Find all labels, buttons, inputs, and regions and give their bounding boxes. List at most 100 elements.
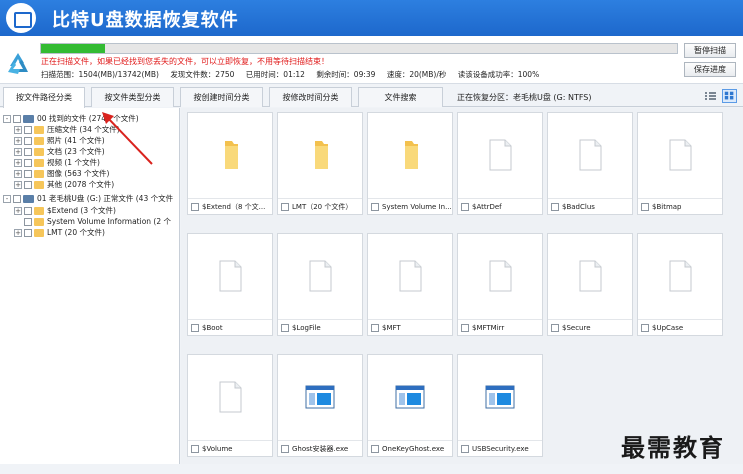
file-checkbox[interactable]	[461, 203, 469, 211]
file-card[interactable]: $Bitmap	[637, 112, 723, 215]
tree-checkbox[interactable]	[24, 159, 32, 167]
drive-icon	[23, 195, 34, 203]
expand-toggle-icon[interactable]: +	[14, 229, 22, 237]
file-card[interactable]: $Volume	[187, 354, 273, 457]
tree-checkbox[interactable]	[13, 115, 21, 123]
tree-node[interactable]: + 文档 (23 个文件)	[14, 146, 105, 157]
file-icon	[368, 234, 452, 318]
tree-node[interactable]: + 其他 (2078 个文件)	[14, 179, 114, 190]
file-checkbox[interactable]	[371, 203, 379, 211]
files-found: 发现文件数：2750	[170, 70, 235, 79]
file-name: $MFT	[382, 324, 401, 332]
tree-checkbox[interactable]	[13, 195, 21, 203]
file-card[interactable]: $AttrDef	[457, 112, 543, 215]
file-checkbox[interactable]	[191, 203, 199, 211]
tree-node[interactable]: + $Extend (3 个文件)	[14, 205, 116, 216]
file-card[interactable]: OneKeyGhost.exe	[367, 354, 453, 457]
tree-checkbox[interactable]	[24, 181, 32, 189]
file-checkbox[interactable]	[281, 445, 289, 453]
grid-view-icon[interactable]	[722, 89, 737, 103]
file-checkbox[interactable]	[461, 445, 469, 453]
tab-by-type[interactable]: 按文件类型分类	[91, 87, 174, 107]
tree-node[interactable]: + 视频 (1 个文件)	[14, 157, 100, 168]
tree-node-label: LMT (20 个文件)	[47, 228, 105, 237]
file-checkbox[interactable]	[371, 445, 379, 453]
tree-checkbox[interactable]	[24, 229, 32, 237]
file-card[interactable]: $Boot	[187, 233, 273, 336]
file-icon	[638, 234, 722, 318]
remaining-time: 剩余时间：09:39	[316, 70, 376, 79]
tree-checkbox[interactable]	[24, 148, 32, 156]
file-checkbox[interactable]	[551, 324, 559, 332]
tree-checkbox[interactable]	[24, 126, 32, 134]
file-checkbox[interactable]	[191, 324, 199, 332]
expand-toggle-icon[interactable]: -	[3, 115, 11, 123]
tree-node[interactable]: System Volume Information (2 个	[14, 216, 171, 227]
folder-icon	[278, 113, 362, 197]
file-card[interactable]: System Volume In...	[367, 112, 453, 215]
expand-toggle-icon[interactable]: +	[14, 148, 22, 156]
file-card[interactable]: Ghost安装器.exe	[277, 354, 363, 457]
file-checkbox[interactable]	[641, 203, 649, 211]
tree-checkbox[interactable]	[24, 207, 32, 215]
file-checkbox[interactable]	[191, 445, 199, 453]
expand-toggle-icon[interactable]: +	[14, 126, 22, 134]
tree-checkbox[interactable]	[24, 137, 32, 145]
tree-node[interactable]: + 照片 (41 个文件)	[14, 135, 105, 146]
file-card[interactable]: USBSecurity.exe	[457, 354, 543, 457]
file-name: $MFTMirr	[472, 324, 505, 332]
file-checkbox[interactable]	[641, 324, 649, 332]
tab-by-created-time[interactable]: 按创建时间分类	[180, 87, 263, 107]
watermark: 最需教育	[621, 434, 725, 462]
exe-icon	[368, 355, 452, 439]
exe-icon	[278, 355, 362, 439]
expand-toggle-icon[interactable]: +	[14, 170, 22, 178]
folder-icon	[34, 159, 44, 167]
tree-checkbox[interactable]	[24, 218, 32, 226]
file-checkbox[interactable]	[461, 324, 469, 332]
tab-file-search[interactable]: 文件搜索	[358, 87, 443, 107]
folder-icon	[34, 207, 44, 215]
tree-checkbox[interactable]	[24, 170, 32, 178]
file-checkbox[interactable]	[281, 203, 289, 211]
tree-node-label: 视频 (1 个文件)	[47, 158, 100, 167]
tree-node[interactable]: - 01 老毛桃U盘 (G:) 正常文件 (43 个文件	[3, 193, 173, 204]
pause-scan-button[interactable]: 暂停扫描	[684, 43, 736, 58]
elapsed-time: 已用时间：01:12	[245, 70, 305, 79]
expand-toggle-icon[interactable]: +	[14, 137, 22, 145]
expand-toggle-icon[interactable]: +	[14, 207, 22, 215]
file-card-footer: $Extend（8 个文...	[188, 198, 272, 214]
file-checkbox[interactable]	[281, 324, 289, 332]
file-card[interactable]: $Secure	[547, 233, 633, 336]
save-progress-button[interactable]: 保存进度	[684, 62, 736, 77]
folder-icon	[188, 113, 272, 197]
list-view-icon[interactable]	[704, 90, 717, 102]
file-card[interactable]: $LogFile	[277, 233, 363, 336]
file-card-footer: LMT（20 个文件）	[278, 198, 362, 214]
tab-by-modified-time[interactable]: 按修改时间分类	[269, 87, 352, 107]
file-name: $Boot	[202, 324, 223, 332]
file-card[interactable]: $MFTMirr	[457, 233, 543, 336]
file-card[interactable]: $Extend（8 个文...	[187, 112, 273, 215]
scan-warning-text: 正在扫描文件，如果已经找到您丢失的文件，可以立即恢复，不用等待扫描结束！	[41, 57, 329, 66]
file-card[interactable]: $MFT	[367, 233, 453, 336]
file-name: LMT（20 个文件）	[292, 203, 353, 211]
file-name: OneKeyGhost.exe	[382, 445, 445, 453]
expand-toggle-icon[interactable]: -	[3, 195, 11, 203]
expand-toggle-icon[interactable]: +	[14, 159, 22, 167]
folder-icon	[34, 148, 44, 156]
title-bar: 比特U盘数据恢复软件	[0, 0, 743, 36]
file-card-footer: OneKeyGhost.exe	[368, 440, 452, 456]
file-checkbox[interactable]	[371, 324, 379, 332]
file-icon	[188, 234, 272, 318]
tree-node[interactable]: + 图像 (563 个文件)	[14, 168, 109, 179]
tab-by-path[interactable]: 按文件路径分类	[3, 87, 85, 108]
file-name: $AttrDef	[472, 203, 502, 211]
file-card[interactable]: $UpCase	[637, 233, 723, 336]
file-card[interactable]: LMT（20 个文件）	[277, 112, 363, 215]
current-partition: 正在恢复分区：老毛桃U盘 (G: NTFS)	[457, 93, 592, 102]
file-card[interactable]: $BadClus	[547, 112, 633, 215]
tree-node[interactable]: + LMT (20 个文件)	[14, 227, 105, 238]
file-checkbox[interactable]	[551, 203, 559, 211]
expand-toggle-icon[interactable]: +	[14, 181, 22, 189]
